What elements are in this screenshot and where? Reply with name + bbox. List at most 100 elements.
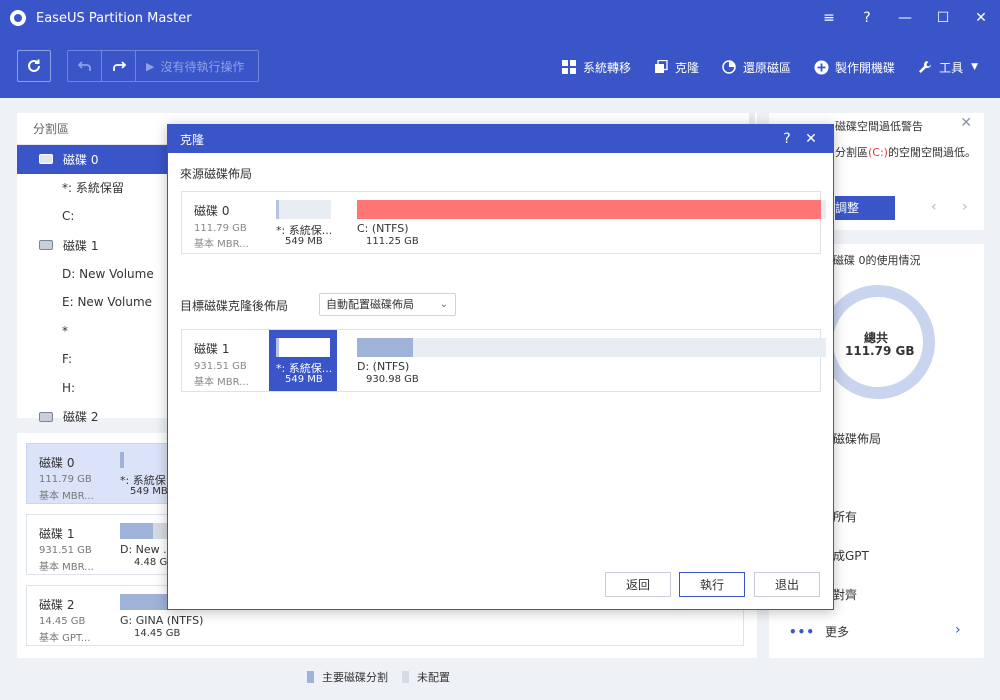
warning-text: 分割區(C:)的空閒空間過低。 (835, 144, 976, 160)
undo-icon (77, 61, 91, 71)
clone-button[interactable]: 克隆 (653, 59, 699, 76)
play-icon: ▶ (146, 59, 155, 73)
target-partition-0[interactable]: *: 系統保... 549 MB (269, 330, 337, 391)
system-migrate-button[interactable]: 系統轉移 (561, 59, 631, 76)
warning-text-pre: 分割區 (835, 146, 868, 159)
dialog-title-bar: 克隆 ? ✕ (168, 125, 833, 153)
menu-icon[interactable]: ≡ (810, 0, 848, 36)
layout-option-select[interactable]: 自動配置磁碟佈局 ⌄ (319, 293, 456, 316)
dialog-help-icon[interactable]: ? (775, 131, 799, 147)
disk-icon (39, 411, 53, 422)
disk-map-partition-bar (120, 452, 124, 468)
more-dots-icon: ••• (789, 624, 816, 639)
source-disk-type: 基本 MBR... (194, 239, 249, 250)
system-migrate-label: 系統轉移 (583, 60, 632, 75)
adjust-button[interactable]: 調整 (835, 196, 895, 220)
partition-list-label: H: (62, 381, 76, 396)
chevron-down-icon: ⌄ (439, 299, 448, 310)
more-button[interactable]: ••• 更多 (789, 623, 849, 640)
help-icon[interactable]: ? (848, 0, 886, 36)
disk-layout-item[interactable]: 磁碟佈局 (833, 430, 881, 447)
disk-map-partition-label: D: New ... (120, 543, 174, 556)
target-layout-label: 目標磁碟克隆後佈局 (180, 299, 289, 313)
app-title: EaseUS Partition Master (36, 10, 192, 26)
exit-button[interactable]: 退出 (754, 572, 820, 597)
target-disk-layout: 磁碟 1 931.51 GB 基本 MBR... *: 系統保... 549 M… (181, 329, 826, 392)
partition-bar-track (357, 200, 826, 219)
exit-label: 退出 (774, 578, 799, 592)
disk-map-partition-size: 549 MB (130, 486, 168, 497)
partition-list-label: 磁碟 2 (63, 410, 99, 425)
source-disk-name: 磁碟 0 (194, 204, 230, 218)
next-icon[interactable]: › (962, 199, 968, 215)
legend-primary: 主要磁碟分割 (307, 669, 388, 685)
disk-map-partition-bar (120, 523, 153, 539)
wrench-icon (917, 59, 933, 75)
disk-icon (39, 154, 53, 165)
partition-list-label: D: New Volume (62, 266, 154, 281)
partition-bar-fill (357, 338, 414, 357)
caret-down-icon: ▼ (971, 62, 978, 72)
target-disk-name: 磁碟 1 (194, 342, 230, 356)
undo-button[interactable] (68, 51, 102, 81)
recover-partition-label: 還原磁區 (743, 60, 792, 75)
target-disk-size: 931.51 GB (194, 361, 247, 372)
dialog-close-icon[interactable]: ✕ (799, 131, 823, 147)
partition-bar-track (357, 338, 826, 357)
usage-title: 磁碟 0的使用情況 (833, 254, 921, 267)
pending-label: 沒有待執行操作 (160, 59, 245, 74)
back-button[interactable]: 返回 (605, 572, 671, 597)
partition-list-label: * (62, 323, 68, 338)
partition-bar-track (276, 200, 331, 219)
toolbar: ▶ 沒有待執行操作 系統轉移 克隆 還原磁區 製作開機碟 工具 ▼ (0, 36, 1000, 98)
partition-size: 549 MB (285, 236, 323, 247)
more-label: 更多 (825, 625, 850, 639)
legend-swatch (307, 671, 314, 683)
source-partition-1[interactable]: C: (NTFS) 111.25 GB (350, 192, 826, 253)
execute-pending-button[interactable]: ▶ 沒有待執行操作 (136, 51, 258, 81)
warning-drive-letter: (C:) (868, 146, 888, 159)
source-partition-0[interactable]: *: 系統保... 549 MB (269, 192, 335, 253)
action-item-gpt[interactable]: 成GPT (833, 547, 869, 564)
redo-icon (112, 61, 126, 71)
recover-partition-button[interactable]: 還原磁區 (721, 59, 791, 76)
disk-map-type: 基本 GPT... (39, 633, 91, 644)
tools-menu-button[interactable]: 工具 ▼ (917, 59, 978, 76)
prev-icon[interactable]: ‹ (931, 199, 937, 215)
partition-label: C: (NTFS) (357, 222, 409, 235)
close-icon[interactable]: ✕ (962, 0, 1000, 36)
chevron-right-icon[interactable]: › (955, 622, 961, 638)
back-label: 返回 (625, 578, 650, 592)
execute-button[interactable]: 執行 (679, 572, 745, 597)
target-partition-1[interactable]: D: (NTFS) 930.98 GB (350, 330, 826, 391)
legend-unallocated: 未配置 (402, 669, 450, 685)
create-bootable-button[interactable]: 製作開機碟 (813, 59, 895, 76)
partition-size: 549 MB (285, 374, 323, 385)
disk-map-legend: 主要磁碟分割 未配置 (307, 669, 464, 685)
action-item-all[interactable]: 所有 (833, 508, 857, 525)
action-item-align[interactable]: 對齊 (833, 586, 857, 603)
clone-icon (653, 59, 669, 75)
target-disk-type: 基本 MBR... (194, 377, 249, 388)
clone-dialog: 克隆 ? ✕ 來源磁碟佈局 磁碟 0 111.79 GB 基本 MBR... *… (167, 124, 834, 610)
minimize-icon[interactable]: — (886, 0, 924, 36)
disk-map-name: 磁碟 0 (39, 456, 75, 470)
partition-size: 930.98 GB (366, 374, 419, 385)
redo-button[interactable] (102, 51, 136, 81)
refresh-button[interactable] (17, 50, 51, 82)
legend-label: 主要磁碟分割 (322, 671, 388, 684)
partition-list-label: *: 系統保留 (62, 181, 124, 196)
maximize-icon[interactable]: ☐ (924, 0, 962, 36)
dialog-title: 克隆 (180, 132, 205, 147)
partition-list-label: F: (62, 352, 73, 367)
adjust-label: 調整 (835, 201, 860, 215)
disk-map-partition-size: 14.45 GB (134, 628, 181, 639)
warning-close-icon[interactable]: ✕ (960, 115, 972, 131)
partition-list-label: C: (62, 209, 75, 224)
tools-label: 工具 (939, 60, 964, 75)
disk-map-size: 14.45 GB (39, 616, 86, 627)
disk-map-size: 931.51 GB (39, 545, 92, 556)
source-disk-size: 111.79 GB (194, 223, 247, 234)
partition-bar-fill (276, 200, 279, 219)
toolbar-actions: 系統轉移 克隆 還原磁區 製作開機碟 工具 ▼ (539, 36, 978, 98)
